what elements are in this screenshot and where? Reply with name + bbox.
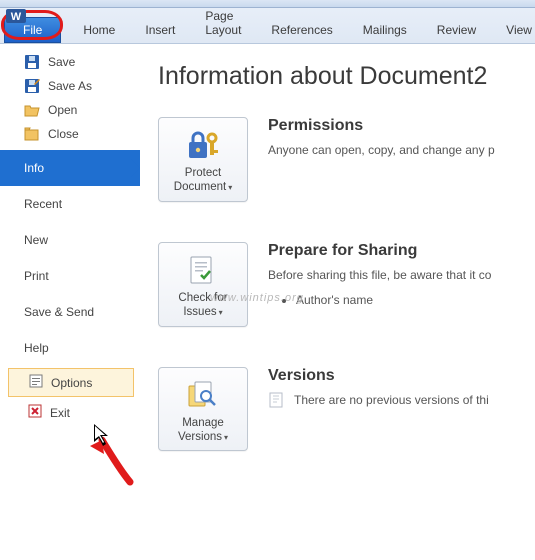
tab-mailings[interactable]: Mailings bbox=[351, 17, 419, 43]
options-icon bbox=[29, 374, 43, 391]
file-op-close[interactable]: Close bbox=[0, 122, 140, 146]
tab-view[interactable]: View bbox=[494, 17, 535, 43]
exit-icon bbox=[28, 404, 42, 421]
check-for-issues-button[interactable]: Check for Issues▾ bbox=[158, 242, 248, 327]
backstage-nav: Info Recent New Print Save & Send Help bbox=[0, 150, 140, 366]
save-icon bbox=[24, 54, 40, 70]
lock-key-icon bbox=[183, 128, 223, 162]
file-op-save[interactable]: Save bbox=[0, 50, 140, 74]
nav-exit[interactable]: Exit bbox=[8, 399, 134, 426]
permissions-title: Permissions bbox=[268, 117, 535, 135]
permissions-desc: Anyone can open, copy, and change any p bbox=[268, 141, 535, 159]
sharing-title: Prepare for Sharing bbox=[268, 242, 535, 260]
tab-home[interactable]: Home bbox=[71, 17, 127, 43]
exit-label: Exit bbox=[50, 406, 70, 420]
tab-references[interactable]: References bbox=[259, 17, 344, 43]
section-permissions: Protect Document▾ Permissions Anyone can… bbox=[158, 117, 535, 202]
nav-info[interactable]: Info bbox=[0, 150, 140, 186]
backstage-content: Information about Document2 Protect Docu… bbox=[140, 44, 535, 560]
tab-insert[interactable]: Insert bbox=[133, 17, 187, 43]
tab-review[interactable]: Review bbox=[425, 17, 488, 43]
file-op-label: Save bbox=[48, 55, 75, 69]
protect-document-label: Protect Document▾ bbox=[174, 166, 232, 195]
word-app-icon: W bbox=[6, 6, 26, 26]
backstage-view: Save Save As Open Close Info Recent New … bbox=[0, 44, 535, 560]
file-op-label: Save As bbox=[48, 79, 92, 93]
list-item: Author's name bbox=[296, 290, 535, 310]
check-for-issues-label: Check for Issues▾ bbox=[178, 291, 227, 320]
tab-page-layout[interactable]: Page Layout bbox=[193, 3, 253, 43]
sharing-desc: Before sharing this file, be aware that … bbox=[268, 266, 535, 284]
file-op-label: Close bbox=[48, 127, 79, 141]
nav-save-send[interactable]: Save & Send bbox=[0, 294, 140, 330]
svg-text:W: W bbox=[11, 11, 22, 23]
nav-options[interactable]: Options bbox=[8, 368, 134, 397]
backstage-sidebar: Save Save As Open Close Info Recent New … bbox=[0, 44, 140, 560]
file-op-save-as[interactable]: Save As bbox=[0, 74, 140, 98]
close-folder-icon bbox=[24, 126, 40, 142]
nav-help[interactable]: Help bbox=[0, 330, 140, 366]
versions-desc: There are no previous versions of thi bbox=[294, 391, 489, 409]
no-versions-icon bbox=[268, 391, 286, 409]
section-sharing: Check for Issues▾ Prepare for Sharing Be… bbox=[158, 242, 535, 327]
nav-print[interactable]: Print bbox=[0, 258, 140, 294]
versions-title: Versions bbox=[268, 367, 535, 385]
sharing-issues-list: Author's name bbox=[268, 290, 535, 310]
title-bar bbox=[0, 0, 535, 8]
nav-new[interactable]: New bbox=[0, 222, 140, 258]
manage-versions-button[interactable]: Manage Versions▾ bbox=[158, 367, 248, 452]
page-title: Information about Document2 bbox=[158, 62, 535, 91]
open-folder-icon bbox=[24, 102, 40, 118]
versions-icon bbox=[183, 378, 223, 412]
file-op-open[interactable]: Open bbox=[0, 98, 140, 122]
save-as-icon bbox=[24, 78, 40, 94]
manage-versions-label: Manage Versions▾ bbox=[178, 416, 228, 445]
protect-document-button[interactable]: Protect Document▾ bbox=[158, 117, 248, 202]
section-versions: Manage Versions▾ Versions There are no p… bbox=[158, 367, 535, 452]
inspect-document-icon bbox=[183, 253, 223, 287]
ribbon-tabs: File Home Insert Page Layout References … bbox=[0, 8, 535, 44]
nav-recent[interactable]: Recent bbox=[0, 186, 140, 222]
file-op-label: Open bbox=[48, 103, 77, 117]
options-label: Options bbox=[51, 376, 92, 390]
